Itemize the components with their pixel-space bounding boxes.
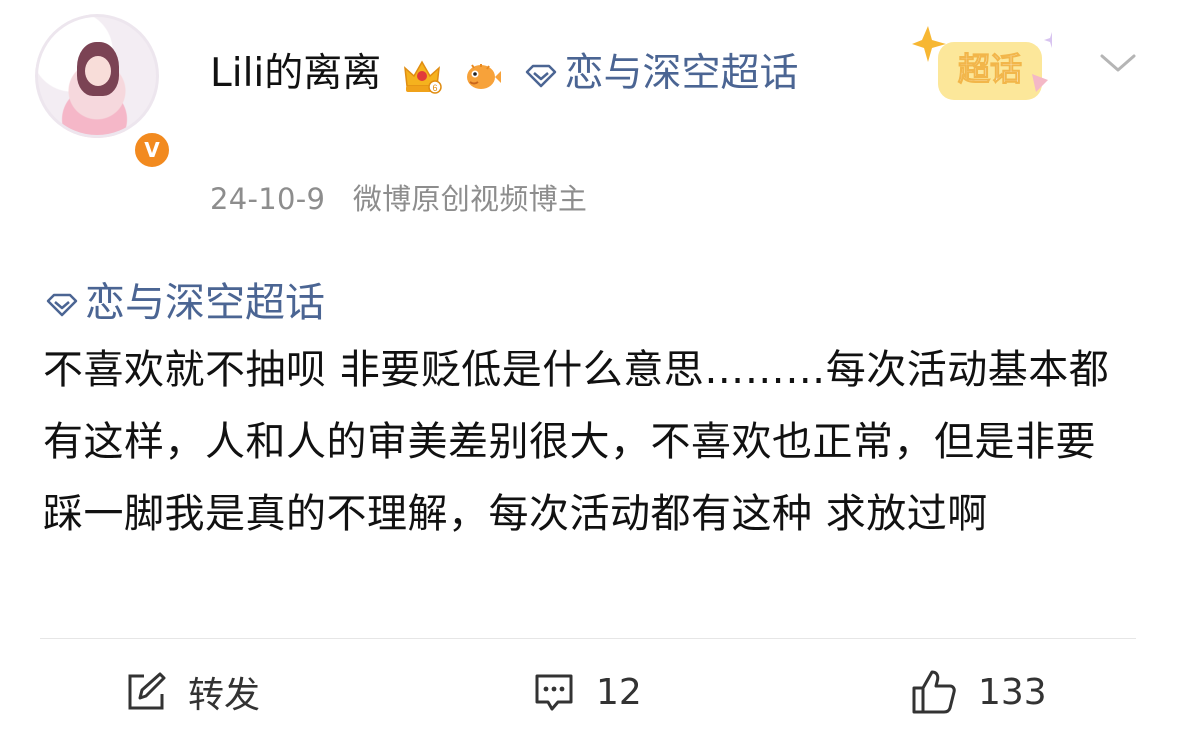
- verified-v-icon: V: [132, 130, 172, 170]
- crown-level-6-icon[interactable]: 6: [402, 56, 442, 96]
- avatar[interactable]: [35, 14, 159, 138]
- comment-button[interactable]: 12: [532, 662, 642, 722]
- post-topic-line: 恋与深空超话: [45, 270, 325, 328]
- divider: [40, 638, 1136, 639]
- supertopic-diamond-icon: [526, 64, 557, 87]
- comment-icon: [535, 674, 573, 711]
- post-meta: 24-10-9 微博原创视频博主: [210, 176, 587, 218]
- post-topic-link[interactable]: 恋与深空超话: [85, 280, 325, 326]
- post-date[interactable]: 24-10-9: [210, 182, 325, 216]
- supertopic-tag-label: 超话: [958, 50, 1022, 88]
- chevron-down-icon[interactable]: [1098, 48, 1138, 78]
- supertopic-tag[interactable]: 超话: [912, 22, 1060, 108]
- author-name[interactable]: Lili的离离: [210, 51, 381, 96]
- supertopic-tag-icon: 超话: [912, 26, 1060, 100]
- repost-icon: [128, 672, 166, 710]
- like-count: 133: [978, 671, 1047, 713]
- author-line: Lili的离离 6 恋与深空超话: [210, 44, 830, 104]
- pufferfish-icon[interactable]: [462, 56, 502, 96]
- author-title: 微博原创视频博主: [352, 182, 588, 216]
- post-text: 不喜欢就不抽呗 非要贬低是什么意思………每次活动基本都有这样，人和人的审美差别很…: [43, 347, 1110, 537]
- comment-count: 12: [596, 671, 642, 713]
- repost-button[interactable]: 转发: [124, 662, 260, 722]
- author-avatar-container[interactable]: V: [35, 14, 172, 170]
- thumbs-up-icon: [912, 670, 956, 714]
- like-button[interactable]: 133: [910, 662, 1047, 722]
- topic-link[interactable]: 恋与深空超话: [564, 51, 798, 96]
- svg-text:6: 6: [432, 83, 437, 93]
- repost-label: 转发: [188, 675, 261, 716]
- supertopic-diamond-icon: [46, 293, 78, 317]
